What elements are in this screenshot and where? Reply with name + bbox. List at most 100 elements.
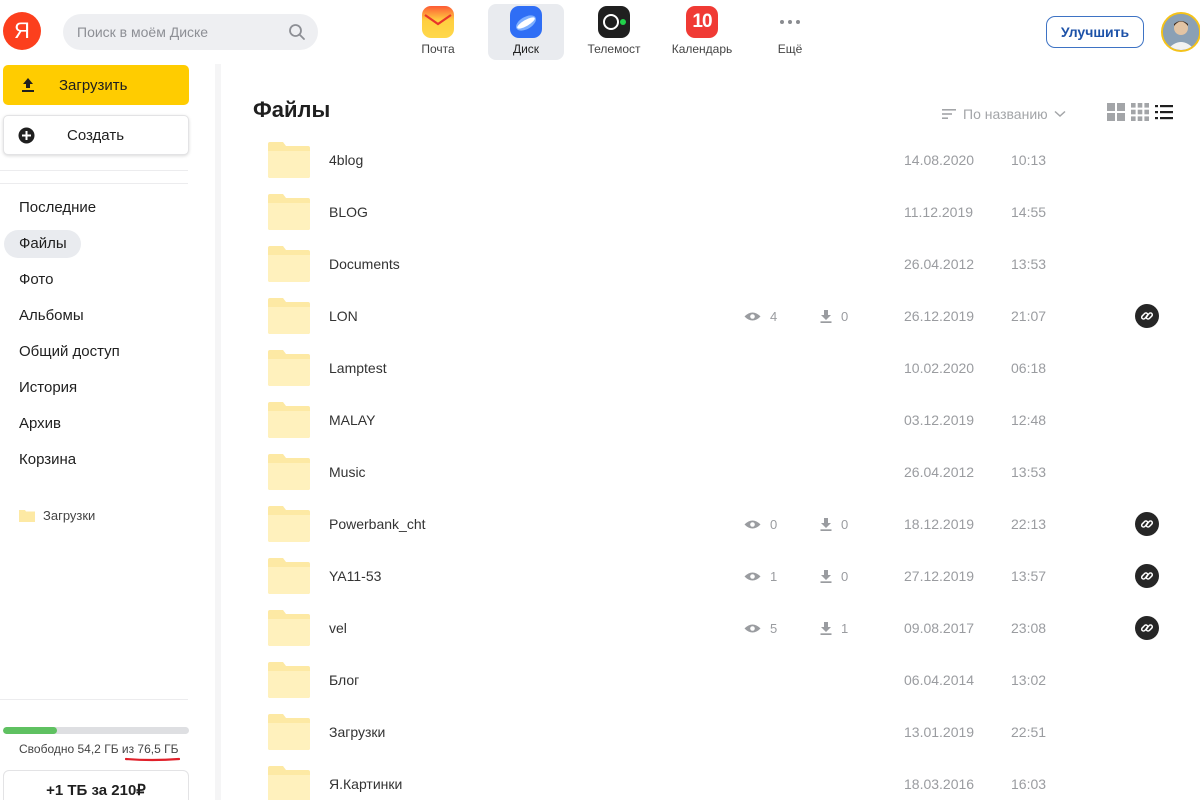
telemost-icon: [598, 6, 630, 38]
search-input[interactable]: [63, 14, 288, 50]
file-time: 13:02: [1011, 672, 1047, 688]
public-link-button[interactable]: [1135, 616, 1159, 640]
file-row[interactable]: 4blog 14.08.2020 10:13: [250, 134, 1180, 186]
service-calendar[interactable]: 10 Календарь: [664, 4, 740, 60]
file-row[interactable]: Powerbank_cht 0 0 18.12.2019 22:13: [250, 498, 1180, 550]
sidebar-item-label: Общий доступ: [19, 343, 120, 360]
file-time: 16:03: [1011, 776, 1047, 792]
eye-icon: [744, 312, 761, 320]
file-date: 26.04.2012: [904, 256, 975, 272]
file-row[interactable]: LON 4 0 26.12.2019 21:07: [250, 290, 1180, 342]
upload-button[interactable]: Загрузить: [3, 65, 189, 105]
file-date: 11.12.2019: [904, 204, 974, 220]
folder-icon: [268, 610, 310, 646]
service-mail[interactable]: Почта: [400, 4, 476, 60]
downloads-counter: 0: [820, 306, 848, 326]
folder-icon: [268, 350, 310, 386]
file-list: 4blog 14.08.2020 10:13 BLOG 11.12.2019 14:55 D…: [250, 134, 1180, 800]
file-name: YA11-53: [329, 568, 382, 584]
storage-quota-bar: [3, 727, 189, 734]
file-time: 13:53: [1011, 256, 1047, 272]
upload-label: Загрузить: [59, 76, 128, 94]
folder-icon: [19, 509, 35, 522]
downloads-count: 0: [841, 568, 849, 584]
sidebar-item-shared[interactable]: Общий доступ: [0, 334, 200, 370]
sidebar-item-label: Альбомы: [19, 307, 84, 324]
sidebar-item-albums[interactable]: Альбомы: [0, 298, 200, 334]
file-name: Documents: [329, 256, 400, 272]
folder-icon: [268, 662, 310, 698]
search-icon[interactable]: [288, 23, 306, 41]
red-underline-annotation: [125, 757, 180, 762]
file-date: 13.01.2019: [904, 724, 975, 740]
sidebar-item-archive[interactable]: Архив: [0, 406, 200, 442]
file-row[interactable]: YA11-53 1 0 27.12.2019 13:57: [250, 550, 1180, 602]
folder-icon: [268, 454, 310, 490]
view-large-tiles-icon[interactable]: [1107, 103, 1125, 121]
views-counter: 0: [744, 514, 777, 534]
public-link-button[interactable]: [1135, 564, 1159, 588]
link-icon: [1140, 624, 1154, 632]
file-time: 06:18: [1011, 360, 1047, 376]
public-link-button[interactable]: [1135, 512, 1159, 536]
view-list-icon[interactable]: [1155, 103, 1173, 121]
download-icon: [820, 621, 832, 635]
eye-icon: [744, 572, 761, 580]
file-row[interactable]: Documents 26.04.2012 13:53: [250, 238, 1180, 290]
file-name: MALAY: [329, 412, 376, 428]
yandex-logo[interactable]: Я: [3, 12, 41, 50]
service-telemost-label: Телемост: [587, 42, 641, 56]
file-name: Загрузки: [329, 724, 386, 740]
file-date: 09.08.2017: [904, 620, 975, 636]
upgrade-button[interactable]: Улучшить: [1046, 16, 1144, 48]
views-counter: 5: [744, 618, 777, 638]
file-row[interactable]: vel 5 1 09.08.2017 23:08: [250, 602, 1180, 654]
file-row[interactable]: Lamptest 10.02.2020 06:18: [250, 342, 1180, 394]
service-mail-label: Почта: [421, 42, 455, 56]
disk-icon: [510, 6, 542, 38]
link-icon: [1140, 572, 1154, 580]
create-button[interactable]: Создать: [3, 115, 189, 155]
service-more[interactable]: Ещё: [752, 4, 828, 60]
views-counter: 1: [744, 566, 777, 586]
sidebar-item-photo[interactable]: Фото: [0, 262, 200, 298]
file-date: 03.12.2019: [904, 412, 975, 428]
file-row[interactable]: BLOG 11.12.2019 14:55: [250, 186, 1180, 238]
download-icon: [820, 569, 832, 583]
service-disk[interactable]: Диск: [488, 4, 564, 60]
file-name: Music: [329, 464, 366, 480]
sidebar-item-history[interactable]: История: [0, 370, 200, 406]
file-row[interactable]: Загрузки 13.01.2019 22:51: [250, 706, 1180, 758]
file-name: Lamptest: [329, 360, 387, 376]
file-name: Powerbank_cht: [329, 516, 426, 532]
file-row[interactable]: Я.Картинки 18.03.2016 16:03: [250, 758, 1180, 800]
views-count: 4: [770, 308, 778, 324]
avatar[interactable]: [1161, 12, 1200, 52]
folder-icon: [268, 246, 310, 282]
downloads-counter: 1: [820, 618, 848, 638]
plus-circle-icon: [18, 127, 35, 144]
sidebar-item-label: Последние: [19, 199, 97, 216]
public-link-button[interactable]: [1135, 304, 1159, 328]
folder-icon: [268, 506, 310, 542]
sidebar-item-trash[interactable]: Корзина: [0, 442, 200, 478]
downloads-count: 0: [841, 308, 849, 324]
sidebar-item-label: Файлы: [19, 235, 67, 252]
view-small-tiles-icon[interactable]: [1131, 103, 1149, 121]
sort-label: По названию: [963, 106, 1048, 122]
folder-icon: [268, 766, 310, 800]
sidebar-folder-downloads[interactable]: Загрузки: [19, 506, 95, 524]
views-counter: 4: [744, 306, 777, 326]
file-row[interactable]: Блог 06.04.2014 13:02: [250, 654, 1180, 706]
service-telemost[interactable]: Телемост: [576, 4, 652, 60]
sidebar-item-files[interactable]: Файлы: [0, 226, 200, 262]
storage-promo-button[interactable]: +1 ТБ за 210₽: [3, 770, 189, 800]
link-icon: [1140, 312, 1154, 320]
page-title: Файлы: [253, 97, 331, 122]
file-date: 18.03.2016: [904, 776, 975, 792]
file-row[interactable]: MALAY 03.12.2019 12:48: [250, 394, 1180, 446]
file-row[interactable]: Music 26.04.2012 13:53: [250, 446, 1180, 498]
chevron-down-icon: [1054, 110, 1066, 118]
sidebar-item-recent[interactable]: Последние: [0, 190, 200, 226]
sort-dropdown[interactable]: По названию: [942, 105, 1066, 123]
